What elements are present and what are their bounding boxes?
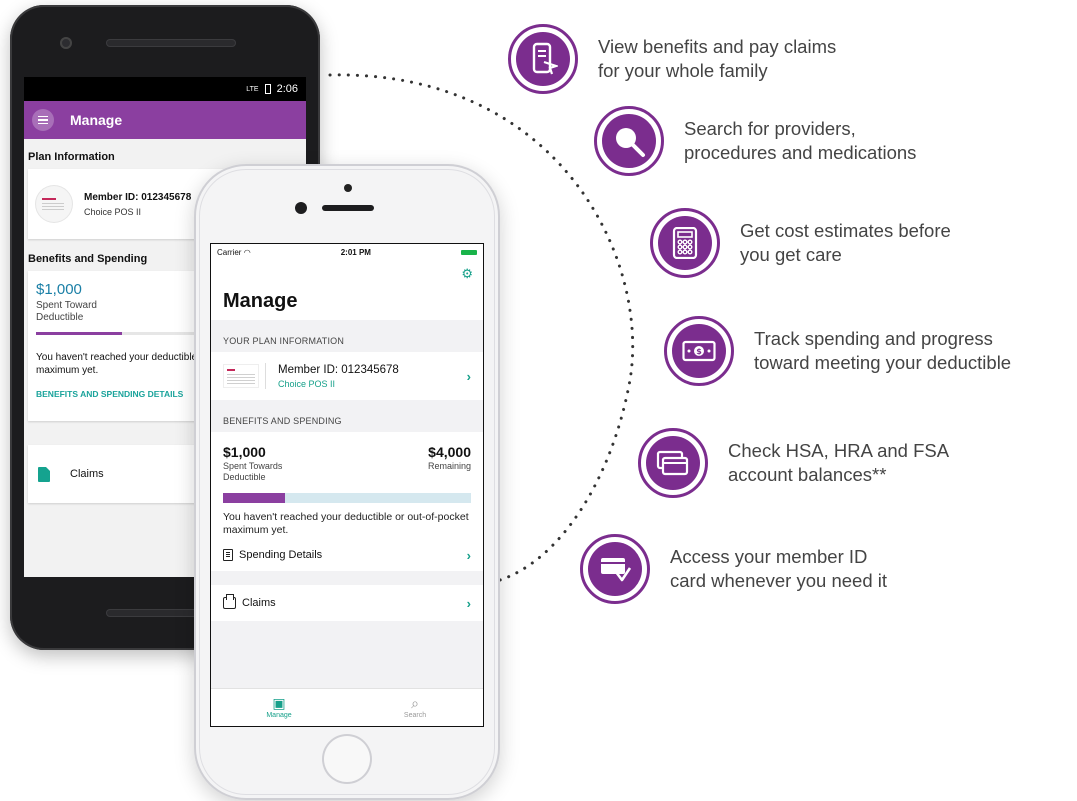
search-icon: ⌕: [411, 695, 419, 711]
feature-line: account balances**: [728, 464, 887, 485]
feature-line: Access your member ID: [670, 546, 868, 567]
feature-icon-ring: [508, 24, 578, 94]
mobile-phone-icon: [532, 42, 558, 75]
header: ⚙ Manage: [211, 260, 483, 320]
calculator-icon: [672, 227, 698, 259]
home-button[interactable]: [322, 734, 372, 784]
status-bar: Carrier ◠ 2:01 PM: [211, 244, 483, 260]
document-icon: [38, 466, 50, 482]
feature-line: procedures and medications: [684, 142, 917, 163]
feature-icon-ring: $: [664, 316, 734, 386]
spent-amount: $1,000: [223, 444, 266, 460]
plan-information-heading: YOUR PLAN INFORMATION: [223, 336, 345, 346]
manage-card-icon: ▣: [272, 695, 286, 711]
page-title: Manage: [70, 112, 123, 128]
feature-icon-ring: [638, 428, 708, 498]
plan-name: Choice POS II: [84, 206, 142, 217]
tab-manage[interactable]: ▣ Manage: [211, 689, 347, 726]
wifi-icon: ◠: [243, 247, 251, 257]
money-bill-icon: $: [682, 340, 716, 362]
feature-view-benefits: View benefits and pay claims for your who…: [508, 24, 836, 94]
spending-details-label: Spending Details: [239, 549, 323, 561]
feature-cost-estimates: Get cost estimates before you get care: [650, 208, 951, 278]
page-title: Manage: [223, 290, 298, 312]
divider: [265, 363, 266, 389]
claims-row[interactable]: Claims ›: [211, 585, 483, 621]
feature-account-balances: Check HSA, HRA and FSA account balances**: [638, 428, 949, 498]
status-time: 2:01 PM: [340, 247, 371, 257]
deductible-message: You haven't reached your deductible or o…: [223, 511, 469, 536]
cards-icon: [656, 450, 689, 476]
front-camera: [60, 37, 72, 49]
member-id-card-thumbnail: [36, 186, 72, 222]
iphone-screen: Carrier ◠ 2:01 PM ⚙ Manage YOUR PLAN INF…: [211, 244, 483, 726]
plan-row[interactable]: Member ID: 012345678 Choice POS II ›: [211, 352, 483, 400]
feature-icon-ring: [580, 534, 650, 604]
battery-icon: [264, 84, 271, 94]
feature-track-spending: $ Track spending and progress toward meet…: [664, 316, 1011, 386]
magnifier-icon: [616, 128, 645, 157]
chevron-right-icon: ›: [466, 595, 471, 611]
member-id: Member ID: 012345678: [84, 191, 192, 203]
spending-details-row[interactable]: Spending Details ›: [223, 547, 471, 563]
benefits-heading: BENEFITS AND SPENDING: [223, 416, 342, 426]
speaker-grille: [106, 39, 236, 47]
chevron-right-icon: ›: [466, 547, 471, 563]
tab-label: Search: [403, 712, 427, 719]
chevron-right-icon: ›: [466, 368, 471, 384]
battery-icon: [461, 249, 477, 255]
deductible-label: Deductible: [223, 472, 266, 482]
feature-line: Search for providers,: [684, 118, 856, 139]
progress-fill: [36, 332, 122, 335]
progress-fill: [223, 493, 285, 503]
tab-label: Manage: [266, 712, 292, 719]
tab-bar: ▣ Manage ⌕ Search: [211, 688, 483, 726]
remaining-amount: $4,000: [428, 444, 471, 460]
iphone: Carrier ◠ 2:01 PM ⚙ Manage YOUR PLAN INF…: [194, 164, 500, 800]
feature-line: you get care: [740, 244, 842, 265]
plan-name: Choice POS II: [278, 378, 336, 389]
feature-line: toward meeting your deductible: [754, 352, 1012, 373]
svg-text:$: $: [696, 347, 702, 356]
claims-icon: [223, 594, 236, 609]
carrier-label: Carrier: [217, 247, 242, 257]
member-id-card-thumbnail: [223, 364, 259, 388]
document-list-icon: [223, 549, 233, 561]
status-bar: LTE 2:06: [24, 77, 306, 101]
feature-line: Track spending and progress: [754, 328, 993, 349]
spent-label: Spent Towards: [223, 461, 283, 471]
id-card-hand-icon: [601, 558, 632, 582]
feature-line: card whenever you need it: [670, 570, 887, 591]
feature-member-id-card: Access your member ID card whenever you n…: [580, 534, 887, 604]
claims-label: Claims: [242, 597, 276, 609]
claims-label: Claims: [70, 468, 104, 480]
earpiece-speaker: [322, 205, 374, 211]
gear-icon[interactable]: ⚙: [461, 266, 473, 282]
app-bar: Manage: [24, 101, 306, 139]
status-time: 2:06: [276, 83, 298, 95]
deductible-progress-bar: [223, 493, 471, 503]
signal-icon: LTE: [246, 85, 259, 93]
hamburger-menu-icon[interactable]: [32, 109, 54, 131]
benefits-card: $1,000 Spent Towards Deductible $4,000 R…: [211, 432, 483, 571]
feature-icon-ring: [650, 208, 720, 278]
feature-icon-ring: [594, 106, 664, 176]
proximity-sensor: [344, 184, 352, 192]
feature-line: for your whole family: [598, 60, 768, 81]
feature-search-providers: Search for providers, procedures and medi…: [594, 106, 916, 176]
remaining-label: Remaining: [427, 461, 471, 471]
member-id: Member ID: 012345678: [278, 363, 399, 376]
tab-search[interactable]: ⌕ Search: [347, 689, 483, 726]
front-camera: [295, 202, 307, 214]
feature-line: Get cost estimates before: [740, 220, 951, 241]
feature-line: View benefits and pay claims: [598, 36, 837, 57]
feature-line: Check HSA, HRA and FSA: [728, 440, 950, 461]
